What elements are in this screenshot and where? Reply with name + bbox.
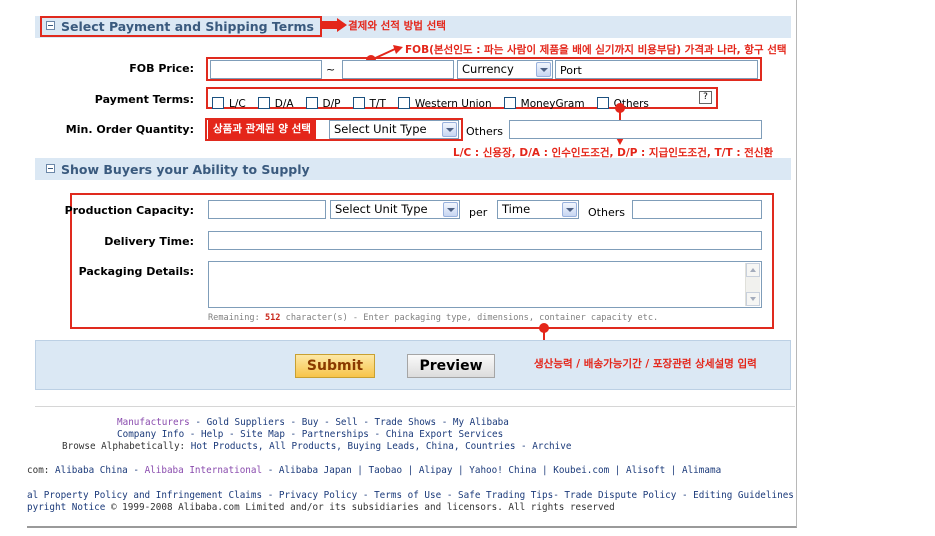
footer-link[interactable]: Buy (302, 417, 319, 428)
footer-link[interactable]: Help (201, 429, 223, 440)
per-label: per (469, 206, 488, 219)
time-select[interactable]: Time (497, 200, 579, 219)
payment-term-dp[interactable]: D/P (305, 97, 341, 110)
chevron-down-icon (562, 202, 577, 217)
remaining-count: 512 (264, 313, 281, 323)
annotation-fob: FOB(본선인도 : 파는 사람이 제품을 배에 싣기까지 비용부담) 가격과 … (405, 44, 787, 56)
annotation-box-payment-title (40, 16, 322, 37)
footer-link[interactable]: Yahoo! China (469, 465, 536, 476)
footer-link[interactable]: All Products (269, 441, 336, 452)
footer-link[interactable]: Terms of Use (374, 490, 441, 501)
payment-term-western-union[interactable]: Western Union (397, 97, 492, 110)
payment-term-lc[interactable]: L/C (212, 97, 246, 110)
min-order-others-input[interactable] (509, 120, 762, 139)
fob-price-min-input[interactable] (210, 60, 322, 79)
checkbox[interactable] (503, 97, 516, 109)
port-label: Port (560, 64, 582, 77)
footer-line-3: Browse Alphabetically: Hot Products, All… (62, 441, 572, 452)
annotation-payment-title: 결제와 선적 방법 선택 (348, 20, 446, 32)
footer-link[interactable]: Site Map (240, 429, 285, 440)
footer-link[interactable]: Alisoft (626, 465, 665, 476)
checkbox[interactable] (305, 97, 318, 109)
footer-link[interactable]: Taobao (368, 465, 402, 476)
payment-term-da[interactable]: D/A (257, 97, 294, 110)
checkbox[interactable] (397, 97, 410, 109)
footer-link[interactable]: Trade Shows (375, 417, 437, 428)
supply-section-title[interactable]: Show Buyers your Ability to Supply (46, 162, 310, 177)
fob-price-max-input[interactable] (342, 60, 454, 79)
fob-price-label: FOB Price: (129, 62, 194, 75)
payment-terms-group: L/C D/A D/P T/T Western Union MoneyGram Others (212, 92, 661, 111)
delivery-time-label: Delivery Time: (104, 235, 194, 248)
footer-link[interactable]: Alibaba International (145, 465, 263, 476)
footer-link[interactable]: Gold Suppliers (207, 417, 285, 428)
port-input[interactable] (555, 60, 758, 79)
scroll-down-icon[interactable] (746, 292, 760, 306)
annotation-unit: 상품과 관계된 양 선택 (208, 120, 316, 139)
chevron-down-icon (442, 122, 457, 137)
checkbox[interactable] (257, 97, 270, 109)
checkbox[interactable] (596, 97, 609, 109)
footer-link[interactable]: Alimama (682, 465, 721, 476)
currency-select[interactable]: Currency (457, 60, 553, 79)
production-others-label: Others (588, 206, 625, 219)
scroll-up-icon[interactable] (746, 263, 760, 277)
footer-link[interactable]: Alipay (419, 465, 453, 476)
footer-link[interactable]: Manufacturers (117, 417, 190, 428)
footer-link[interactable]: Countries (465, 441, 515, 452)
help-icon[interactable]: ? (699, 91, 712, 104)
scrollbar[interactable] (745, 263, 760, 306)
footer-line-5: al Property Policy and Infringement Clai… (27, 490, 794, 501)
min-order-others-label: Others (466, 125, 503, 138)
footer-link[interactable]: China (426, 441, 454, 452)
production-others-input[interactable] (632, 200, 762, 219)
footer-link[interactable]: Editing Guidelines (693, 490, 794, 501)
payment-term-tt[interactable]: T/T (352, 97, 386, 110)
production-capacity-input[interactable] (208, 200, 326, 219)
copyright-text: © 1999-2008 Alibaba.com Limited and/or i… (110, 502, 615, 513)
footer-link[interactable]: China Export Services (386, 429, 504, 440)
preview-button[interactable]: Preview (407, 354, 495, 378)
submit-button[interactable]: Submit (295, 354, 375, 378)
footer-line-2: Company Info - Help - Site Map - Partner… (117, 429, 504, 440)
footer-link[interactable]: Privacy Policy (279, 490, 357, 501)
remaining-characters: Remaining: 512 character(s) - Enter pack… (208, 313, 659, 323)
footer-link[interactable]: Alibaba China (55, 465, 128, 476)
payment-term-moneygram[interactable]: MoneyGram (503, 97, 585, 110)
footer-link[interactable]: Hot Products (191, 441, 258, 452)
footer-link[interactable]: al Property Policy and Infringement Clai… (27, 490, 262, 501)
annotation-arrow-icon (321, 18, 347, 32)
min-order-unit-select[interactable]: Select Unit Type (329, 120, 459, 139)
checkbox[interactable] (352, 97, 365, 109)
footer-link[interactable]: Safe Trading Tips (458, 490, 553, 501)
fob-tilde: ~ (326, 63, 336, 76)
collapse-minus-icon[interactable] (46, 164, 55, 173)
footer-link[interactable]: Sell (335, 417, 357, 428)
annotation-supply: 생산능력 / 배송가능기간 / 포장관련 상세설명 입력 (534, 358, 757, 370)
chevron-down-icon (536, 62, 551, 77)
footer-link[interactable]: pyright Notice (27, 502, 105, 513)
production-unit-select[interactable]: Select Unit Type (330, 200, 460, 219)
packaging-details-label: Packaging Details: (78, 265, 194, 278)
footer-link[interactable]: Buying Leads (348, 441, 415, 452)
min-order-label: Min. Order Quantity: (65, 123, 194, 136)
footer-divider (35, 406, 795, 407)
chevron-down-icon (443, 202, 458, 217)
footer-link[interactable]: Koubei.com (553, 465, 609, 476)
footer-link[interactable]: My Alibaba (453, 417, 509, 428)
footer-line-6: pyright Notice © 1999-2008 Alibaba.com L… (27, 502, 615, 513)
payment-terms-label: Payment Terms: (94, 93, 194, 106)
footer-link[interactable]: Partnerships (302, 429, 369, 440)
footer-link[interactable]: Archive (532, 441, 571, 452)
footer-link[interactable]: Alibaba Japan (279, 465, 352, 476)
delivery-time-input[interactable] (208, 231, 762, 250)
footer-link[interactable]: Trade Dispute Policy (564, 490, 676, 501)
footer-link[interactable]: Company Info (117, 429, 184, 440)
packaging-details-textarea[interactable] (208, 261, 762, 308)
footer-line-1: Manufacturers - Gold Suppliers - Buy - S… (117, 417, 509, 428)
production-capacity-label: Production Capacity: (64, 204, 194, 217)
checkbox[interactable] (212, 97, 224, 109)
footer-line-4: com: Alibaba China - Alibaba Internation… (27, 465, 722, 476)
